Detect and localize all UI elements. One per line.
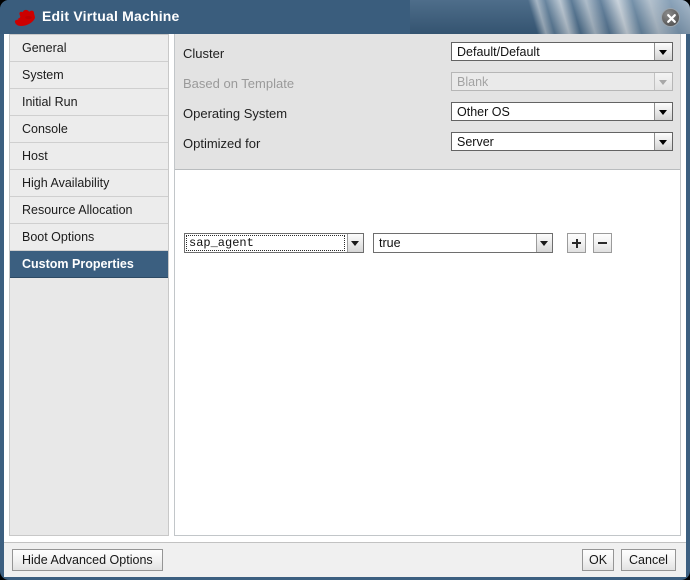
plus-icon-vertical (576, 239, 578, 248)
redhat-shadowman-icon (14, 8, 36, 26)
general-form-section: ClusterDefault/DefaultBased on TemplateB… (175, 34, 680, 170)
sidebar-item-label: General (22, 41, 66, 55)
ok-button[interactable]: OK (582, 549, 614, 571)
chevron-down-icon[interactable] (654, 43, 672, 60)
remove-property-button[interactable] (593, 233, 612, 253)
sidebar-item-label: Host (22, 149, 48, 163)
property-value-combo[interactable]: true (373, 233, 553, 253)
cancel-button[interactable]: Cancel (621, 549, 676, 571)
sidebar-item-general[interactable]: General (10, 35, 168, 62)
sidebar-item-label: Initial Run (22, 95, 78, 109)
dialog-body: General System Initial Run Console Host High … (4, 34, 686, 542)
field-combo[interactable]: Default/Default (451, 42, 673, 61)
sidebar-item-host[interactable]: Host (10, 143, 168, 170)
sidebar-item-console[interactable]: Console (10, 116, 168, 143)
sidebar-item-label: System (22, 68, 64, 82)
field-value: Other OS (457, 104, 510, 120)
sidebar-item-custom-properties[interactable]: Custom Properties (10, 251, 168, 278)
property-key-value: sap_agent (189, 236, 254, 250)
hide-advanced-options-button[interactable]: Hide Advanced Options (12, 549, 163, 571)
form-row-based-on-template: Based on Template Blank (175, 70, 680, 100)
minus-icon (598, 242, 607, 244)
sidebar-item-resource-allocation[interactable]: Resource Allocation (10, 197, 168, 224)
field-combo[interactable]: Other OS (451, 102, 673, 121)
chevron-down-icon[interactable] (654, 103, 672, 120)
dialog-footer: Hide Advanced Options OK Cancel (4, 542, 686, 577)
field-value: Default/Default (457, 44, 540, 60)
field-label: Cluster (183, 46, 224, 61)
sidebar-item-label: High Availability (22, 176, 109, 190)
field-label: Based on Template (183, 76, 294, 91)
chevron-down-icon[interactable] (347, 234, 363, 252)
custom-property-row: sap_agent true (175, 233, 680, 257)
edit-vm-dialog-window: Edit Virtual Machine General System Initia… (0, 0, 690, 580)
property-key-combo[interactable]: sap_agent (184, 233, 364, 253)
form-row-operating-system: Operating System Other OS (175, 100, 680, 130)
sidebar-item-system[interactable]: System (10, 62, 168, 89)
sidebar-item-initial-run[interactable]: Initial Run (10, 89, 168, 116)
field-label: Optimized for (183, 136, 260, 151)
sidebar-nav: General System Initial Run Console Host High … (9, 34, 169, 536)
window-titlebar: Edit Virtual Machine (0, 0, 690, 34)
sidebar-item-high-availability[interactable]: High Availability (10, 170, 168, 197)
property-value-value: true (379, 236, 401, 250)
add-property-button[interactable] (567, 233, 586, 253)
window-title: Edit Virtual Machine (42, 8, 180, 24)
close-icon[interactable] (661, 8, 680, 27)
chevron-down-icon[interactable] (654, 133, 672, 150)
titlebar-decoration (410, 0, 690, 34)
sidebar-item-label: Console (22, 122, 68, 136)
sidebar-item-label: Resource Allocation (22, 203, 132, 217)
sidebar-item-label: Boot Options (22, 230, 94, 244)
sidebar-item-boot-options[interactable]: Boot Options (10, 224, 168, 251)
form-row-optimized-for: Optimized for Server (175, 130, 680, 160)
chevron-down-icon[interactable] (536, 234, 552, 252)
form-row-cluster: Cluster Default/Default (175, 40, 680, 70)
field-value: Server (457, 134, 494, 150)
content-panel: ClusterDefault/DefaultBased on TemplateB… (174, 34, 681, 536)
field-value: Blank (457, 74, 488, 90)
field-combo: Blank (451, 72, 673, 91)
field-combo[interactable]: Server (451, 132, 673, 151)
sidebar-item-label: Custom Properties (22, 257, 134, 271)
chevron-down-icon (654, 73, 672, 90)
field-label: Operating System (183, 106, 287, 121)
custom-properties-section: sap_agent true (175, 171, 680, 535)
